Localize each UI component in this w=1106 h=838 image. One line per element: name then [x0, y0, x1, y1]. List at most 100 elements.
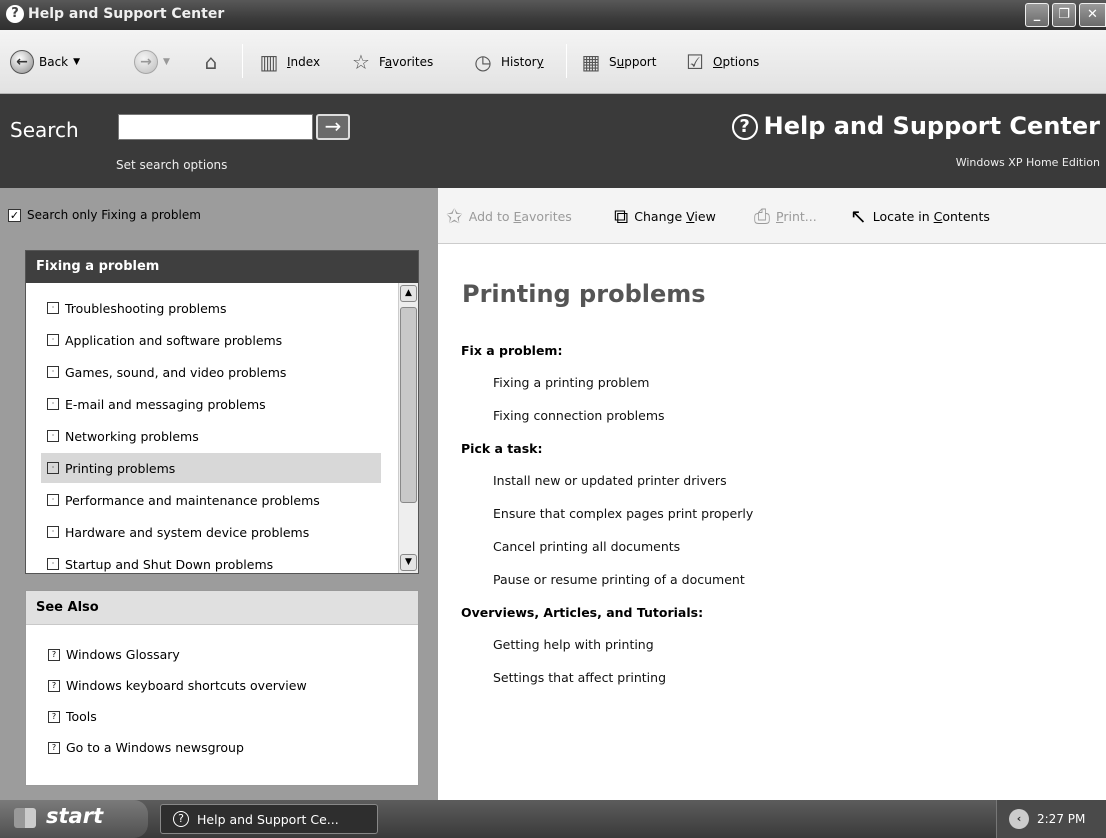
- search-band: Search → Set search options ? Help and Su…: [0, 94, 1106, 188]
- system-tray: ‹ 2:27 PM: [996, 800, 1106, 838]
- section-heading: Fix a problem:: [461, 343, 563, 358]
- favorites-button[interactable]: ☆ Favorites: [348, 30, 433, 94]
- topic-bullet-icon: ·: [47, 398, 59, 410]
- toolbar-separator: [242, 44, 243, 78]
- restore-button[interactable]: ❐: [1052, 3, 1076, 27]
- support-button[interactable]: ▦ Support: [578, 30, 657, 94]
- fixing-a-problem-panel: Fixing a problem · Troubleshooting proble…: [25, 250, 419, 574]
- toolbar-separator: [566, 44, 567, 78]
- print-button[interactable]: ⎙ Print...: [754, 204, 817, 228]
- fix-topic-label: Troubleshooting problems: [65, 300, 227, 316]
- topic-link[interactable]: Pause or resume printing of a document: [493, 572, 745, 587]
- change-view-button[interactable]: ⧉ Change View: [614, 204, 716, 228]
- see-also-item[interactable]: ? Go to a Windows newsgroup: [48, 740, 244, 755]
- locate-in-contents-button[interactable]: ↖ Locate in Contents: [850, 204, 990, 228]
- scroll-down-arrow-icon[interactable]: ▼: [400, 554, 417, 571]
- forward-dropdown-icon[interactable]: ▼: [163, 57, 170, 67]
- forward-button[interactable]: → ▼: [134, 30, 170, 94]
- scroll-up-arrow-icon[interactable]: ▲: [400, 285, 417, 302]
- minimize-button[interactable]: _: [1025, 3, 1049, 27]
- add-favorite-star-icon: ✩: [446, 204, 463, 228]
- fix-topic-item[interactable]: · E-mail and messaging problems: [41, 389, 381, 419]
- see-also-panel: See Also ? Windows Glossary? Windows keybo…: [25, 590, 419, 786]
- topic-link[interactable]: Fixing connection problems: [493, 408, 665, 423]
- support-label: Support: [609, 55, 657, 69]
- navigation-toolbar: ← Back ▼ → ▼ ⌂ ▥ Index ☆ Favorites ◷ His…: [0, 30, 1106, 94]
- search-label: Search: [10, 118, 79, 142]
- help-topic-icon: ?: [48, 679, 60, 692]
- search-scope-checkbox[interactable]: ✓ Search only Fixing a problem: [8, 208, 201, 222]
- back-dropdown-icon[interactable]: ▼: [73, 57, 80, 67]
- task-label: Help and Support Ce...: [197, 811, 339, 827]
- home-button[interactable]: ⌂: [198, 30, 224, 94]
- fix-topic-item[interactable]: · Hardware and system device problems: [41, 517, 381, 547]
- topic-bullet-icon: ·: [47, 334, 59, 346]
- help-topic-icon: ?: [48, 710, 60, 723]
- title-bar[interactable]: ? Help and Support Center _ ❐ ✕: [0, 0, 1106, 30]
- help-topic-icon: ?: [48, 741, 60, 754]
- topic-link[interactable]: Getting help with printing: [493, 637, 654, 652]
- fix-topic-item[interactable]: · Application and software problems: [41, 325, 381, 355]
- fix-topic-item[interactable]: · Games, sound, and video problems: [41, 357, 381, 387]
- back-button[interactable]: ← Back ▼: [10, 30, 80, 94]
- fixing-a-problem-list: · Troubleshooting problems · Application an…: [26, 283, 398, 573]
- index-button[interactable]: ▥ Index: [256, 30, 321, 94]
- fix-topic-label: Startup and Shut Down problems: [65, 556, 274, 572]
- see-also-item[interactable]: ? Windows Glossary: [48, 647, 180, 662]
- search-input[interactable]: [118, 114, 313, 140]
- content-pane: ✩ Add to Eavorites ⧉ Change View ⎙ Print…: [438, 188, 1106, 800]
- start-label: start: [46, 804, 104, 828]
- fix-topic-item[interactable]: · Troubleshooting problems: [41, 293, 381, 323]
- favorites-star-icon: ☆: [352, 50, 370, 74]
- see-also-label: Go to a Windows newsgroup: [66, 740, 244, 755]
- vertical-scrollbar[interactable]: ▲ ▼: [398, 283, 418, 573]
- help-task-icon: ?: [173, 811, 189, 827]
- options-button[interactable]: ☑ Options: [682, 30, 759, 94]
- scrollbar-thumb[interactable]: [400, 307, 417, 503]
- see-also-label: Tools: [66, 709, 97, 724]
- taskbar-task-help-and-support[interactable]: ? Help and Support Ce...: [160, 804, 378, 834]
- clock[interactable]: 2:27 PM: [1037, 812, 1085, 826]
- topic-link[interactable]: Settings that affect printing: [493, 670, 666, 685]
- change-view-label: Change View: [634, 208, 716, 224]
- fix-topic-label: Printing problems: [65, 460, 176, 476]
- add-to-favorites-button[interactable]: ✩ Add to Eavorites: [446, 204, 572, 228]
- brand-title-text: Help and Support Center: [763, 112, 1100, 140]
- options-label: Options: [713, 55, 760, 69]
- search-go-button[interactable]: →: [316, 114, 350, 140]
- start-button[interactable]: start: [0, 800, 148, 838]
- fix-topic-item[interactable]: · Performance and maintenance problems: [41, 485, 381, 515]
- checkbox-checked-icon[interactable]: ✓: [8, 208, 21, 222]
- support-icon: ▦: [581, 50, 601, 74]
- topic-bullet-icon: ·: [47, 462, 59, 474]
- help-topic-icon: ?: [48, 648, 60, 661]
- back-label: Back: [39, 55, 69, 69]
- fix-topic-item[interactable]: · Networking problems: [41, 421, 381, 451]
- history-button[interactable]: ◷ History: [470, 30, 543, 94]
- page-title: Printing problems: [462, 280, 706, 308]
- index-book-icon: ▥: [259, 50, 279, 74]
- topic-link[interactable]: Ensure that complex pages print properly: [493, 506, 753, 521]
- back-arrow-icon: ←: [10, 50, 34, 74]
- topic-bullet-icon: ·: [47, 366, 59, 378]
- forward-arrow-icon: →: [134, 50, 158, 74]
- topic-bullet-icon: ·: [47, 558, 59, 570]
- fix-topic-item[interactable]: · Startup and Shut Down problems: [41, 549, 381, 573]
- fix-topic-item[interactable]: · Printing problems: [41, 453, 381, 483]
- printer-icon: ⎙: [754, 204, 770, 228]
- see-also-item[interactable]: ? Windows keyboard shortcuts overview: [48, 678, 307, 693]
- see-also-item[interactable]: ? Tools: [48, 709, 97, 724]
- close-button[interactable]: ✕: [1079, 3, 1106, 27]
- section-heading: Overviews, Articles, and Tutorials:: [461, 605, 704, 620]
- topic-link[interactable]: Install new or updated printer drivers: [493, 473, 727, 488]
- print-label: Print...: [776, 208, 817, 224]
- fix-topic-label: Hardware and system device problems: [65, 524, 310, 540]
- topic-link[interactable]: Fixing a printing problem: [493, 375, 649, 390]
- show-hidden-icons-button[interactable]: ‹: [1009, 809, 1029, 829]
- topic-link[interactable]: Cancel printing all documents: [493, 539, 680, 554]
- set-search-options-link[interactable]: Set search options: [116, 158, 227, 172]
- content-toolbar: ✩ Add to Eavorites ⧉ Change View ⎙ Print…: [438, 188, 1106, 244]
- edition-label: Windows XP Home Edition: [955, 156, 1100, 169]
- locate-in-contents-label: Locate in Contents: [872, 208, 990, 224]
- help-app-icon: ?: [6, 5, 24, 23]
